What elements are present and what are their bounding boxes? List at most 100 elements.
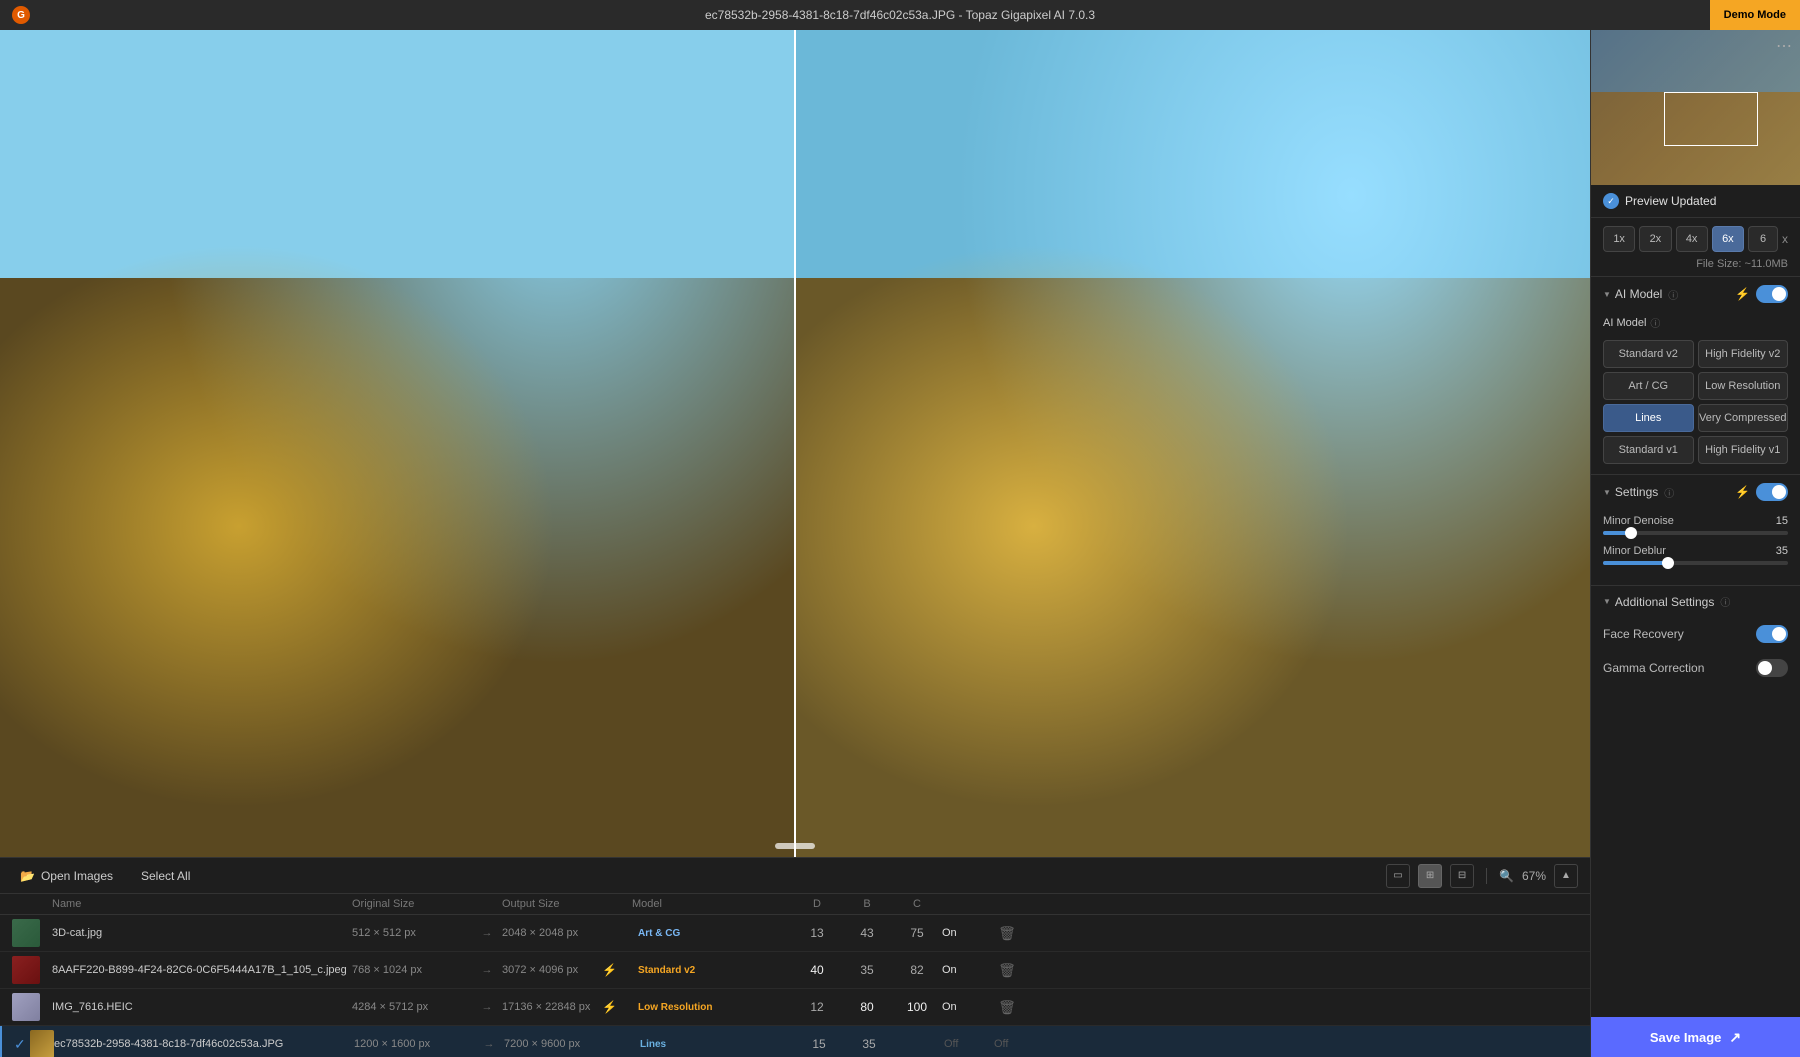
split-handle[interactable]: [775, 843, 815, 849]
model-art-cg-button[interactable]: Art / CG: [1603, 372, 1694, 400]
ai-model-toggle[interactable]: [1756, 285, 1788, 303]
minor-deblur-track[interactable]: [1603, 561, 1788, 565]
view-grid-button[interactable]: ⊟: [1450, 864, 1474, 888]
save-image-button[interactable]: Save Image ↗: [1591, 1017, 1800, 1057]
delete-button[interactable]: 🗑: [992, 997, 1022, 1018]
ai-model-section-title: AI Model: [1615, 287, 1662, 301]
file-row[interactable]: 3D-cat.jpg 512 × 512 px → 2048 × 2048 px…: [0, 915, 1590, 952]
minor-denoise-thumb[interactable]: [1625, 527, 1637, 539]
minor-denoise-label: Minor Denoise: [1603, 515, 1674, 527]
scale-2x-button[interactable]: 2x: [1639, 226, 1671, 252]
open-images-button[interactable]: 📂 Open Images: [12, 865, 121, 887]
settings-content: Minor Denoise 15 Minor Deblur 35: [1591, 509, 1800, 585]
blur-val: 80: [842, 1000, 892, 1014]
col-model-header: Model: [632, 898, 792, 910]
additional-settings-section: Additional Settings ⓘ Face Recovery Gamm…: [1591, 585, 1800, 685]
face-recovery-label: Face Recovery: [1603, 627, 1684, 641]
file-name: IMG_7616.HEIC: [52, 1001, 352, 1013]
preview-check-icon: ✓: [1603, 193, 1619, 209]
arrow-icon: →: [472, 1001, 502, 1013]
scale-custom-input[interactable]: [1748, 226, 1778, 252]
col-c-header: C: [892, 898, 942, 910]
scale-6x-button[interactable]: 6x: [1712, 226, 1744, 252]
face-recovery-toggle[interactable]: [1756, 625, 1788, 643]
output-size: 2048 × 2048 px: [502, 927, 602, 939]
on-off-status: On: [942, 1001, 992, 1013]
denoise-val: 40: [792, 963, 842, 977]
zoom-level: 67%: [1522, 869, 1546, 883]
settings-toggle[interactable]: [1756, 483, 1788, 501]
original-size: 768 × 1024 px: [352, 964, 472, 976]
output-size: 3072 × 4096 px: [502, 964, 602, 976]
scale-1x-button[interactable]: 1x: [1603, 226, 1635, 252]
settings-section-title: Settings: [1615, 485, 1658, 499]
blur-val: 35: [842, 963, 892, 977]
bolt-icon: ⚡: [602, 963, 632, 977]
denoise-val: 15: [794, 1037, 844, 1051]
on-off-status: On: [942, 927, 992, 939]
model-high-fidelity-v2-button[interactable]: High Fidelity v2: [1698, 340, 1789, 368]
minor-deblur-label: Minor Deblur: [1603, 545, 1666, 557]
gamma-correction-label: Gamma Correction: [1603, 661, 1704, 675]
model-low-resolution-button[interactable]: Low Resolution: [1698, 372, 1789, 400]
output-size: 7200 × 9600 px: [504, 1038, 604, 1050]
model-high-fidelity-v1-button[interactable]: High Fidelity v1: [1698, 436, 1789, 464]
gamma-correction-toggle[interactable]: [1756, 659, 1788, 677]
file-thumbnail: [12, 919, 40, 947]
col-original-size-header: Original Size: [352, 898, 472, 910]
ai-model-info-icon: ⓘ: [1668, 287, 1678, 302]
additional-settings-info-icon: ⓘ: [1720, 594, 1730, 609]
settings-section-header[interactable]: Settings ⓘ ⚡: [1591, 475, 1800, 509]
more-options-button[interactable]: ⋯: [1776, 36, 1792, 56]
delete-button[interactable]: 🗑: [992, 960, 1022, 981]
model-tag: Standard v2: [632, 963, 792, 978]
file-thumbnail: [12, 993, 40, 1021]
arrow-icon: →: [474, 1038, 504, 1050]
model-lines-button[interactable]: Lines: [1603, 404, 1694, 432]
file-row[interactable]: ✓ ec78532b-2958-4381-8c18-7df46c02c53a.J…: [0, 1026, 1590, 1057]
output-size: 17136 × 22848 px: [502, 1001, 602, 1013]
original-size: 512 × 512 px: [352, 927, 472, 939]
zoom-icon: 🔍: [1499, 869, 1514, 883]
settings-info-icon: ⓘ: [1664, 485, 1674, 500]
ai-model-section: AI Model ⓘ ⚡ AI Model ⓘ Standard v2 High…: [1591, 276, 1800, 474]
file-list-toolbar: 📂 Open Images Select All ▭ ⊞ ⊟ 🔍 67% ▲: [0, 858, 1590, 894]
file-name: ec78532b-2958-4381-8c18-7df46c02c53a.JPG: [54, 1038, 354, 1050]
image-after: [795, 30, 1590, 857]
file-size-label: File Size: ~11.0MB: [1696, 258, 1788, 270]
select-all-button[interactable]: Select All: [133, 865, 198, 887]
file-row[interactable]: 8AAFF220-B899-4F24-82C6-0C6F5444A17B_1_1…: [0, 952, 1590, 989]
collapse-button[interactable]: ▲: [1554, 864, 1578, 888]
model-very-compressed-button[interactable]: Very Compressed: [1698, 404, 1789, 432]
scale-row: 1x 2x 4x 6x x: [1591, 218, 1800, 256]
scale-4x-button[interactable]: 4x: [1676, 226, 1708, 252]
model-tag: Art & CG: [632, 926, 792, 941]
minor-denoise-track[interactable]: [1603, 531, 1788, 535]
view-split-button[interactable]: ⊞: [1418, 864, 1442, 888]
preview-updated-row: ✓ Preview Updated: [1591, 185, 1800, 218]
ai-model-section-header[interactable]: AI Model ⓘ ⚡: [1591, 277, 1800, 311]
demo-mode-button[interactable]: Demo Mode: [1710, 0, 1800, 30]
model-standard-v2-button[interactable]: Standard v2: [1603, 340, 1694, 368]
view-single-button[interactable]: ▭: [1386, 864, 1410, 888]
model-grid: Standard v2 High Fidelity v2 Art / CG Lo…: [1591, 334, 1800, 474]
ai-model-bolt-icon: ⚡: [1735, 287, 1750, 301]
ai-model-label-info-icon: ⓘ: [1650, 315, 1660, 330]
model-tag: Low Resolution: [632, 1000, 792, 1015]
file-row[interactable]: IMG_7616.HEIC 4284 × 5712 px → 17136 × 2…: [0, 989, 1590, 1026]
file-thumbnail: [12, 956, 40, 984]
minor-deblur-thumb[interactable]: [1662, 557, 1674, 569]
image-before: [0, 30, 795, 857]
settings-toggle-thumb: [1772, 485, 1786, 499]
file-name: 8AAFF220-B899-4F24-82C6-0C6F5444A17B_1_1…: [52, 964, 352, 976]
folder-icon: 📂: [20, 869, 35, 883]
on-off-status2: Off: [994, 1038, 1024, 1050]
delete-button[interactable]: 🗑: [992, 923, 1022, 944]
additional-settings-header[interactable]: Additional Settings ⓘ: [1591, 586, 1800, 617]
col-d-header: D: [792, 898, 842, 910]
image-panel: 📂 Open Images Select All ▭ ⊞ ⊟ 🔍 67% ▲: [0, 30, 1590, 1057]
model-standard-v1-button[interactable]: Standard v1: [1603, 436, 1694, 464]
image-viewer[interactable]: [0, 30, 1590, 857]
bolt-icon: ⚡: [602, 1000, 632, 1014]
split-line[interactable]: [794, 30, 796, 857]
